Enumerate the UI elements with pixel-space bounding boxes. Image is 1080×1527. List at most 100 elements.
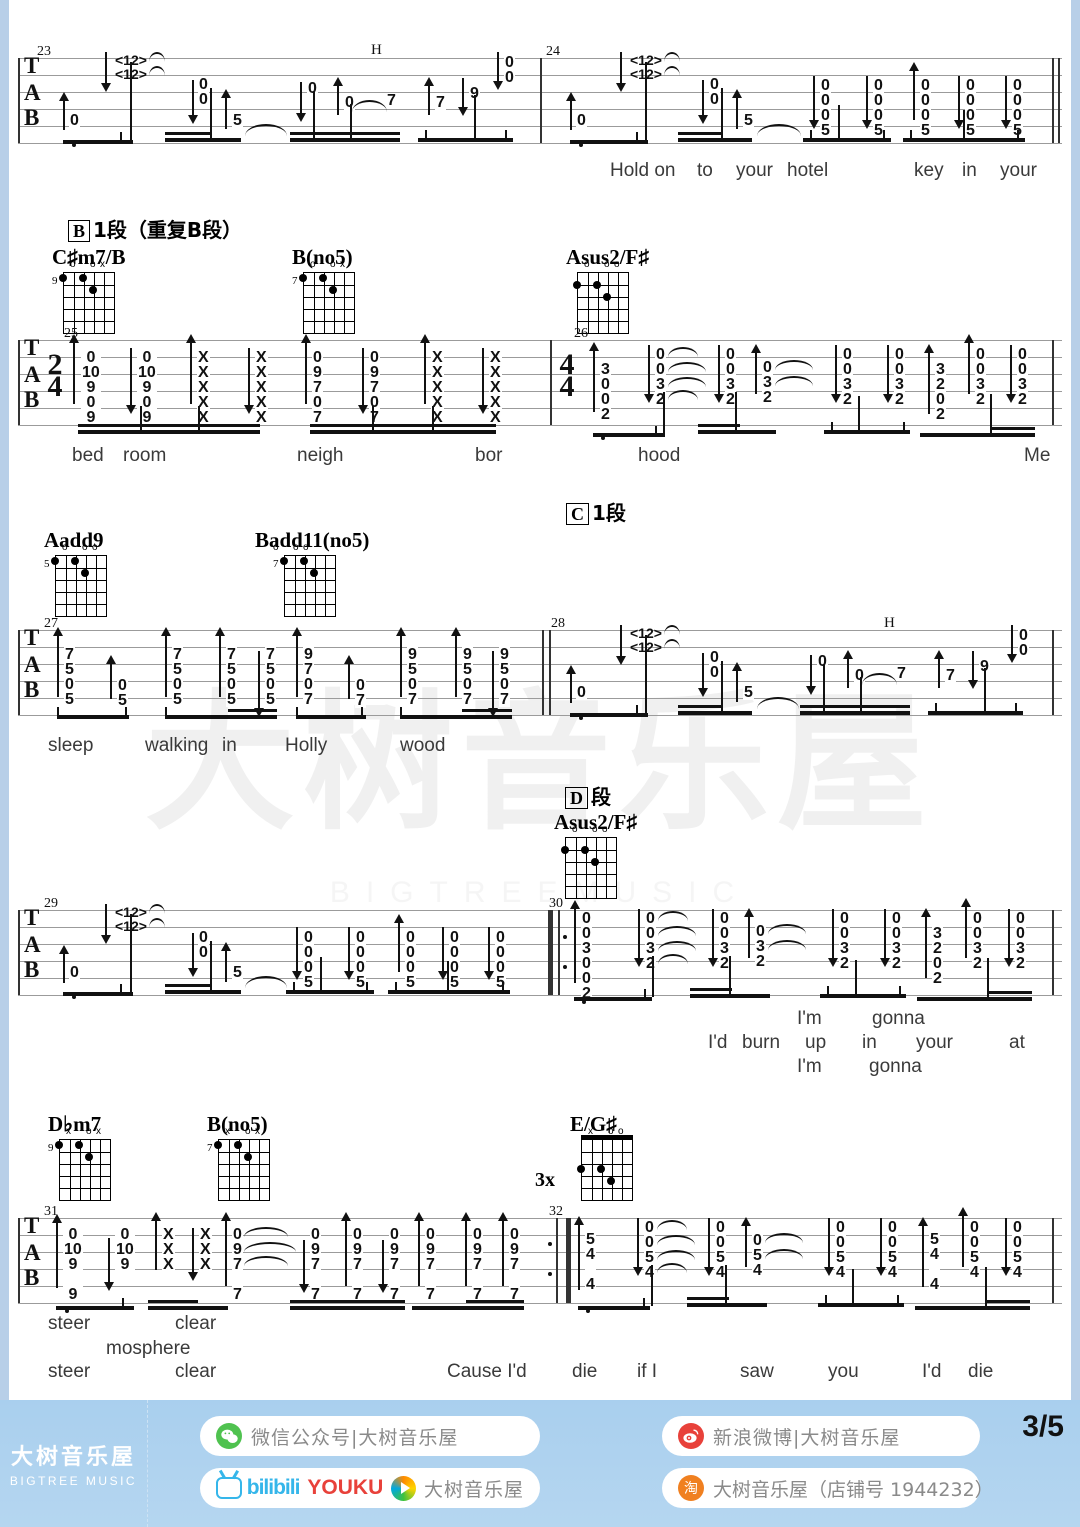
strum-down bbox=[299, 1240, 309, 1293]
note-stem bbox=[990, 394, 992, 433]
chord-finger-dot bbox=[561, 846, 569, 854]
chord-finger-dot bbox=[607, 1177, 615, 1185]
chord-grid bbox=[565, 837, 617, 899]
note-stem bbox=[860, 677, 862, 711]
beam-hook bbox=[120, 984, 122, 992]
chord-diagram-d-flat-m7: D♭m7 xox 9 bbox=[48, 1112, 111, 1201]
tab-note: 7 bbox=[896, 665, 907, 682]
chord-open-mute-marks: oox bbox=[70, 259, 105, 270]
chord-finger-dot bbox=[79, 274, 87, 282]
tab-note: 54 4 bbox=[585, 1231, 596, 1293]
strum-up bbox=[921, 908, 931, 978]
weibo-link[interactable]: 新浪微博|大树音乐屋 bbox=[662, 1416, 980, 1456]
chord-fret-number: 9 bbox=[48, 1142, 54, 1154]
chord-diagram-asus2-f-sharp: Asus2/F♯ ooo bbox=[566, 245, 649, 334]
beam bbox=[990, 427, 1035, 430]
strum-up bbox=[292, 627, 302, 697]
lyric: in bbox=[862, 1032, 877, 1053]
lyric: Cause I'd bbox=[447, 1361, 527, 1382]
lyric: gonna bbox=[869, 1056, 922, 1077]
measure-number: 29 bbox=[44, 896, 58, 911]
strum-down bbox=[188, 933, 198, 977]
lyric: Hold on bbox=[610, 160, 676, 181]
tab-note: 097 7 bbox=[232, 1226, 243, 1303]
beam bbox=[165, 132, 210, 135]
beam bbox=[310, 424, 496, 427]
tab-note: 00 bbox=[504, 54, 515, 86]
barline bbox=[558, 910, 560, 995]
strum-up bbox=[566, 665, 576, 703]
lyric: your bbox=[1000, 160, 1037, 181]
strum-down bbox=[876, 1218, 886, 1276]
strum-down bbox=[616, 625, 626, 665]
strum-up bbox=[341, 1212, 351, 1286]
video-platform-link[interactable]: bilibili YOUKU 大树音乐屋 bbox=[200, 1468, 540, 1508]
beam bbox=[148, 1300, 198, 1303]
beam bbox=[928, 711, 1023, 715]
beam bbox=[286, 990, 374, 994]
note-stem bbox=[823, 665, 825, 711]
chord-finger-dot bbox=[81, 569, 89, 577]
note-stem bbox=[432, 406, 434, 430]
strum-up bbox=[732, 662, 742, 702]
page-footer: 大树音乐屋 BIGTREE MUSIC 微信公众号|大树音乐屋 bilibili… bbox=[0, 1400, 1080, 1527]
beam bbox=[820, 994, 906, 998]
system-3: T A B 27 7505 05 7505 7505 7505 9707 07 … bbox=[0, 615, 1080, 756]
section-marker-d: D段 bbox=[565, 781, 611, 810]
youku-label: YOUKU bbox=[307, 1476, 384, 1499]
beam-hook bbox=[655, 426, 657, 434]
tab-note: 00 bbox=[1018, 627, 1029, 659]
chord-diagram-aadd9: Aadd9 ooo 5 bbox=[44, 528, 107, 617]
lyric: in bbox=[962, 160, 977, 181]
strum-up bbox=[574, 1216, 584, 1290]
weibo-icon bbox=[678, 1423, 704, 1449]
note-stem bbox=[985, 1267, 987, 1306]
section-letter: C bbox=[566, 503, 589, 525]
beam-hook bbox=[644, 989, 646, 997]
chord-fret-number: 7 bbox=[273, 558, 279, 570]
note-stem bbox=[838, 105, 840, 138]
measure-number: 23 bbox=[37, 44, 51, 59]
chord-finger-dot bbox=[329, 286, 337, 294]
beam bbox=[165, 990, 241, 994]
wechat-link[interactable]: 微信公众号|大树音乐屋 bbox=[200, 1416, 540, 1456]
strum-down bbox=[862, 76, 872, 129]
strum-down bbox=[244, 348, 254, 414]
chord-grid bbox=[577, 272, 629, 334]
beam bbox=[148, 1306, 228, 1310]
strum-down bbox=[101, 52, 111, 92]
tab-note: 09707 bbox=[369, 349, 380, 426]
tab-note: 5 bbox=[743, 684, 754, 701]
taobao-label: 大树音乐屋（店铺号 1944232） bbox=[713, 1478, 994, 1501]
lyric: if I bbox=[637, 1361, 658, 1382]
tab-note: 3202 bbox=[935, 361, 946, 423]
tab-note: 54 4 bbox=[929, 1231, 940, 1293]
taobao-link[interactable]: 淘 大树音乐屋（店铺号 1944232） bbox=[662, 1468, 994, 1508]
note-stem bbox=[855, 960, 857, 994]
barline bbox=[542, 630, 544, 715]
strum-up bbox=[566, 92, 576, 130]
lyric: up bbox=[805, 1032, 827, 1053]
system-2: T A B 25 2 4 010909 010909 XXXXX XXXXX 0… bbox=[0, 326, 1080, 470]
strum-down bbox=[880, 909, 890, 967]
lyric: hood bbox=[638, 445, 681, 466]
beam bbox=[985, 1300, 1030, 1303]
wechat-label: 微信公众号|大树音乐屋 bbox=[251, 1426, 459, 1449]
chord-finger-dot bbox=[85, 1153, 93, 1161]
beam-hook bbox=[810, 130, 812, 138]
beam-hook bbox=[361, 707, 363, 715]
chord-diagram-c-sharp-m7-b: C♯m7/B oox 9 bbox=[52, 245, 126, 334]
chord-fret-number: 5 bbox=[44, 558, 50, 570]
tab-label-b: B bbox=[24, 387, 40, 412]
tab-note-mute: XXXXX bbox=[255, 349, 268, 426]
tab-note: 0032 bbox=[972, 910, 983, 972]
note-stem bbox=[721, 88, 723, 138]
lyric: your bbox=[916, 1032, 953, 1053]
beam bbox=[678, 138, 752, 142]
tab-note-mute: XXXXX bbox=[489, 349, 502, 426]
tab-note: 0032 bbox=[1015, 910, 1026, 972]
tab-note: 0005 bbox=[355, 929, 366, 991]
tab-note: 05 bbox=[117, 677, 128, 709]
lyric: die bbox=[968, 1361, 994, 1382]
strum-up bbox=[744, 908, 754, 958]
